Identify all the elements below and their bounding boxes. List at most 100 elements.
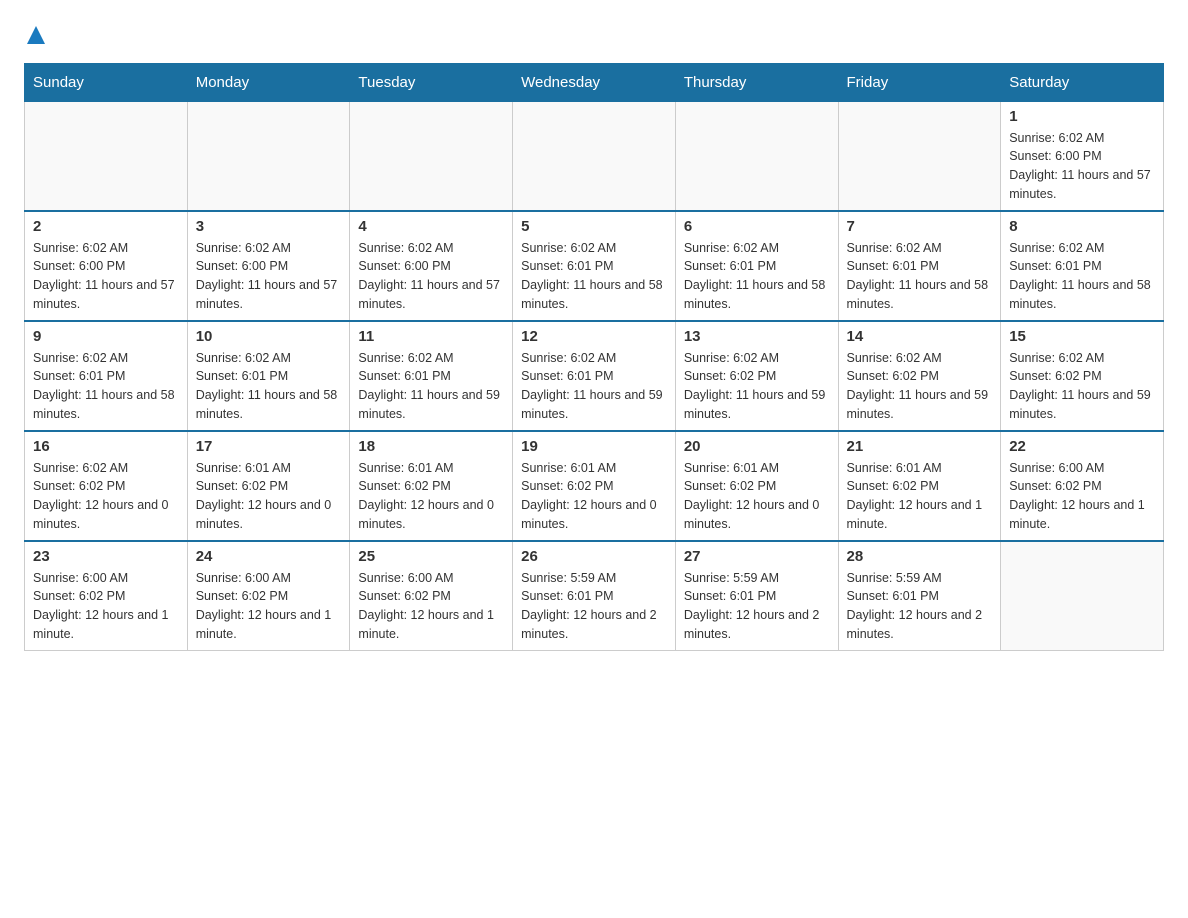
day-info: Sunrise: 6:02 AMSunset: 6:01 PMDaylight:… xyxy=(196,349,342,424)
calendar-cell xyxy=(675,101,838,211)
calendar-cell: 20Sunrise: 6:01 AMSunset: 6:02 PMDayligh… xyxy=(675,431,838,541)
calendar-week-row: 23 Sunrise: 6:00 AMSunset: 6:02 PMDayligh… xyxy=(25,541,1164,651)
calendar-cell: 18Sunrise: 6:01 AMSunset: 6:02 PMDayligh… xyxy=(350,431,513,541)
day-info: Sunrise: 6:02 AMSunset: 6:01 PMDaylight:… xyxy=(847,239,993,314)
logo xyxy=(24,24,45,47)
calendar-cell: 5 Sunrise: 6:02 AMSunset: 6:01 PMDaylight… xyxy=(513,211,676,321)
calendar-cell: 11 Sunrise: 6:02 AMSunset: 6:01 PMDayligh… xyxy=(350,321,513,431)
calendar-cell xyxy=(187,101,350,211)
calendar-cell: 17 Sunrise: 6:01 AMSunset: 6:02 PMDayligh… xyxy=(187,431,350,541)
day-number: 27 xyxy=(684,548,830,565)
calendar-week-row: 16 Sunrise: 6:02 AMSunset: 6:02 PMDayligh… xyxy=(25,431,1164,541)
calendar-cell: 16 Sunrise: 6:02 AMSunset: 6:02 PMDayligh… xyxy=(25,431,188,541)
day-info: Sunrise: 6:01 AMSunset: 6:02 PMDaylight:… xyxy=(196,459,342,534)
weekday-header-tuesday: Tuesday xyxy=(350,63,513,101)
day-number: 18 xyxy=(358,438,504,455)
day-number: 2 xyxy=(33,218,179,235)
calendar-week-row: 1Sunrise: 6:02 AMSunset: 6:00 PMDaylight… xyxy=(25,101,1164,211)
day-number: 28 xyxy=(847,548,993,565)
day-number: 13 xyxy=(684,328,830,345)
day-number: 10 xyxy=(196,328,342,345)
day-info: Sunrise: 6:01 AMSunset: 6:02 PMDaylight:… xyxy=(521,459,667,534)
day-number: 7 xyxy=(847,218,993,235)
calendar-cell: 14 Sunrise: 6:02 AMSunset: 6:02 PMDayligh… xyxy=(838,321,1001,431)
calendar-cell: 3Sunrise: 6:02 AMSunset: 6:00 PMDaylight… xyxy=(187,211,350,321)
calendar-cell: 27 Sunrise: 5:59 AMSunset: 6:01 PMDayligh… xyxy=(675,541,838,651)
day-number: 6 xyxy=(684,218,830,235)
day-number: 9 xyxy=(33,328,179,345)
calendar-cell: 9 Sunrise: 6:02 AMSunset: 6:01 PMDaylight… xyxy=(25,321,188,431)
day-number: 26 xyxy=(521,548,667,565)
calendar-cell: 28 Sunrise: 5:59 AMSunset: 6:01 PMDayligh… xyxy=(838,541,1001,651)
calendar-table: SundayMondayTuesdayWednesdayThursdayFrid… xyxy=(24,63,1164,651)
day-info: Sunrise: 6:00 AMSunset: 6:02 PMDaylight:… xyxy=(358,569,504,644)
day-number: 17 xyxy=(196,438,342,455)
day-info: Sunrise: 6:02 AMSunset: 6:02 PMDaylight:… xyxy=(1009,349,1155,424)
page-header xyxy=(24,24,1164,47)
calendar-cell xyxy=(350,101,513,211)
day-info: Sunrise: 6:02 AMSunset: 6:01 PMDaylight:… xyxy=(521,349,667,424)
day-number: 23 xyxy=(33,548,179,565)
calendar-cell: 12 Sunrise: 6:02 AMSunset: 6:01 PMDayligh… xyxy=(513,321,676,431)
weekday-header-monday: Monday xyxy=(187,63,350,101)
weekday-header-wednesday: Wednesday xyxy=(513,63,676,101)
day-number: 1 xyxy=(1009,108,1155,125)
calendar-cell: 7 Sunrise: 6:02 AMSunset: 6:01 PMDaylight… xyxy=(838,211,1001,321)
day-info: Sunrise: 5:59 AMSunset: 6:01 PMDaylight:… xyxy=(521,569,667,644)
day-number: 24 xyxy=(196,548,342,565)
day-number: 4 xyxy=(358,218,504,235)
calendar-cell xyxy=(25,101,188,211)
day-info: Sunrise: 6:02 AMSunset: 6:00 PMDaylight:… xyxy=(358,239,504,314)
weekday-header-thursday: Thursday xyxy=(675,63,838,101)
calendar-cell: 6 Sunrise: 6:02 AMSunset: 6:01 PMDaylight… xyxy=(675,211,838,321)
day-number: 8 xyxy=(1009,218,1155,235)
day-info: Sunrise: 6:02 AMSunset: 6:01 PMDaylight:… xyxy=(521,239,667,314)
calendar-cell: 13 Sunrise: 6:02 AMSunset: 6:02 PMDayligh… xyxy=(675,321,838,431)
day-info: Sunrise: 6:02 AMSunset: 6:00 PMDaylight:… xyxy=(33,239,179,314)
day-info: Sunrise: 6:01 AMSunset: 6:02 PMDaylight:… xyxy=(847,459,993,534)
calendar-week-row: 9 Sunrise: 6:02 AMSunset: 6:01 PMDaylight… xyxy=(25,321,1164,431)
day-number: 19 xyxy=(521,438,667,455)
day-info: Sunrise: 6:00 AMSunset: 6:02 PMDaylight:… xyxy=(196,569,342,644)
day-number: 16 xyxy=(33,438,179,455)
calendar-header-row: SundayMondayTuesdayWednesdayThursdayFrid… xyxy=(25,63,1164,101)
calendar-cell: 15Sunrise: 6:02 AMSunset: 6:02 PMDayligh… xyxy=(1001,321,1164,431)
calendar-cell: 26 Sunrise: 5:59 AMSunset: 6:01 PMDayligh… xyxy=(513,541,676,651)
day-info: Sunrise: 6:02 AMSunset: 6:02 PMDaylight:… xyxy=(684,349,830,424)
weekday-header-saturday: Saturday xyxy=(1001,63,1164,101)
logo-triangle-icon xyxy=(27,26,45,44)
calendar-cell xyxy=(838,101,1001,211)
day-number: 3 xyxy=(196,218,342,235)
day-number: 22 xyxy=(1009,438,1155,455)
day-info: Sunrise: 6:02 AMSunset: 6:01 PMDaylight:… xyxy=(684,239,830,314)
calendar-cell: 1Sunrise: 6:02 AMSunset: 6:00 PMDaylight… xyxy=(1001,101,1164,211)
day-info: Sunrise: 6:02 AMSunset: 6:01 PMDaylight:… xyxy=(33,349,179,424)
calendar-cell: 24 Sunrise: 6:00 AMSunset: 6:02 PMDayligh… xyxy=(187,541,350,651)
calendar-cell: 21 Sunrise: 6:01 AMSunset: 6:02 PMDayligh… xyxy=(838,431,1001,541)
day-info: Sunrise: 6:02 AMSunset: 6:01 PMDaylight:… xyxy=(358,349,504,424)
day-number: 12 xyxy=(521,328,667,345)
day-number: 11 xyxy=(358,328,504,345)
calendar-cell: 2 Sunrise: 6:02 AMSunset: 6:00 PMDaylight… xyxy=(25,211,188,321)
calendar-cell: 10 Sunrise: 6:02 AMSunset: 6:01 PMDayligh… xyxy=(187,321,350,431)
day-info: Sunrise: 6:02 AMSunset: 6:01 PMDaylight:… xyxy=(1009,239,1155,314)
day-info: Sunrise: 5:59 AMSunset: 6:01 PMDaylight:… xyxy=(684,569,830,644)
calendar-cell xyxy=(513,101,676,211)
calendar-cell: 19 Sunrise: 6:01 AMSunset: 6:02 PMDayligh… xyxy=(513,431,676,541)
calendar-cell: 4 Sunrise: 6:02 AMSunset: 6:00 PMDaylight… xyxy=(350,211,513,321)
calendar-cell: 25 Sunrise: 6:00 AMSunset: 6:02 PMDayligh… xyxy=(350,541,513,651)
calendar-week-row: 2 Sunrise: 6:02 AMSunset: 6:00 PMDaylight… xyxy=(25,211,1164,321)
weekday-header-friday: Friday xyxy=(838,63,1001,101)
day-info: Sunrise: 6:00 AMSunset: 6:02 PMDaylight:… xyxy=(1009,459,1155,534)
calendar-cell xyxy=(1001,541,1164,651)
day-number: 5 xyxy=(521,218,667,235)
day-number: 21 xyxy=(847,438,993,455)
day-info: Sunrise: 6:02 AMSunset: 6:02 PMDaylight:… xyxy=(847,349,993,424)
day-number: 14 xyxy=(847,328,993,345)
calendar-cell: 22 Sunrise: 6:00 AMSunset: 6:02 PMDayligh… xyxy=(1001,431,1164,541)
day-info: Sunrise: 6:02 AMSunset: 6:02 PMDaylight:… xyxy=(33,459,179,534)
calendar-cell: 8 Sunrise: 6:02 AMSunset: 6:01 PMDaylight… xyxy=(1001,211,1164,321)
day-info: Sunrise: 6:00 AMSunset: 6:02 PMDaylight:… xyxy=(33,569,179,644)
day-info: Sunrise: 5:59 AMSunset: 6:01 PMDaylight:… xyxy=(847,569,993,644)
day-number: 25 xyxy=(358,548,504,565)
